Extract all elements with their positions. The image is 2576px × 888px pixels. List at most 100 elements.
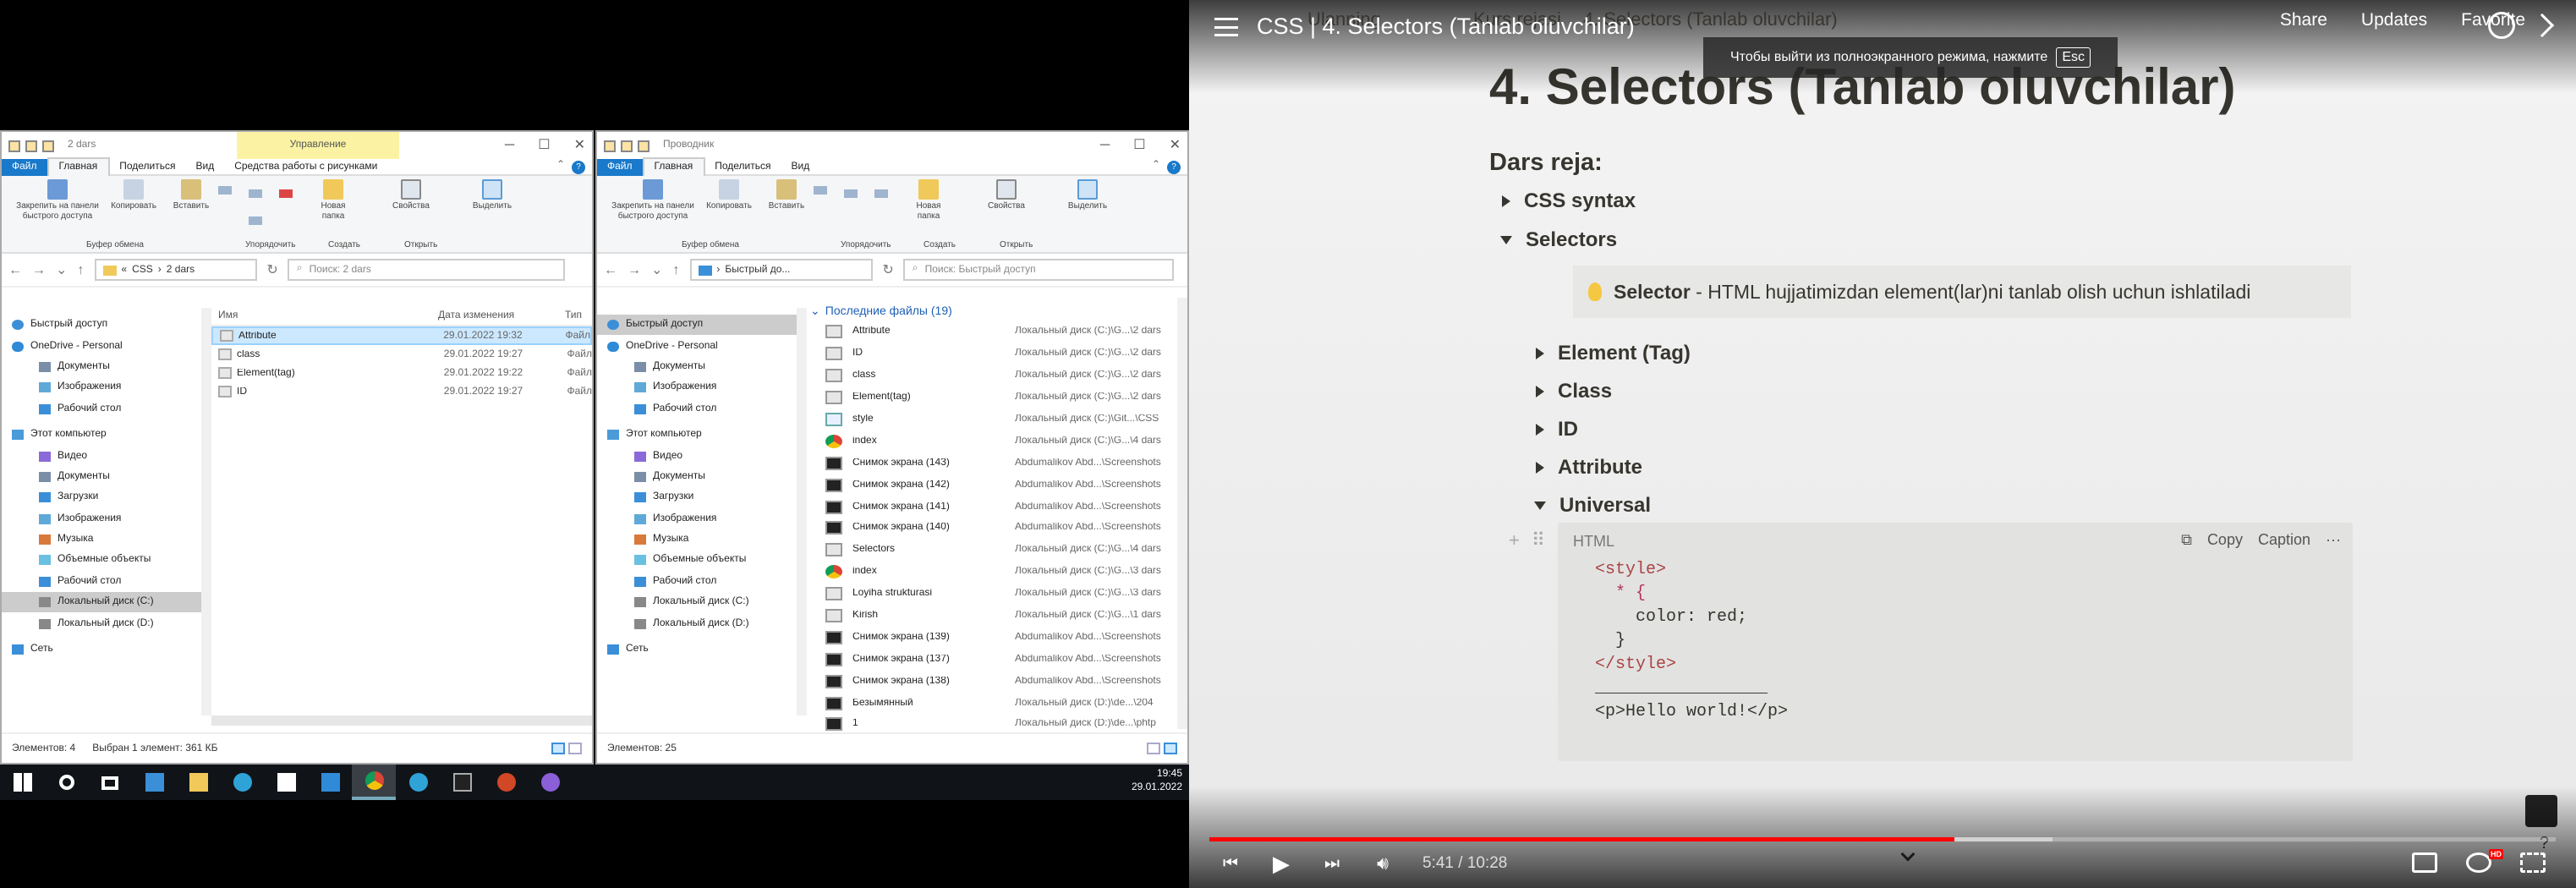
nav-item[interactable]: Изображения [2, 508, 201, 529]
move-to-icon[interactable] [844, 189, 858, 198]
nav-item[interactable]: Объемные объекты [2, 551, 201, 572]
settings-icon[interactable] [2466, 852, 2491, 873]
recent-file-row[interactable]: ID Локальный диск (C:)\G...\2 dars [805, 343, 1177, 365]
nav-item[interactable]: Быстрый доступ [2, 315, 201, 336]
tab-file[interactable]: Файл [2, 158, 47, 175]
file-row[interactable]: Element(tag) 29.01.2022 19:22 Файл [211, 364, 592, 382]
paste-button[interactable]: Вставить [763, 179, 810, 211]
title-bar[interactable]: 2 dars Управление ─ ☐ ✕ [2, 132, 592, 159]
help-icon[interactable]: ? [572, 161, 585, 174]
move-to-icon[interactable] [249, 189, 262, 198]
tab-share[interactable]: Поделиться [109, 158, 185, 175]
copy-button[interactable]: Копировать [705, 179, 753, 211]
file-row[interactable]: class 29.01.2022 19:27 Файл [211, 345, 592, 364]
exit-fullscreen-icon[interactable] [2520, 852, 2546, 873]
help-icon[interactable]: ? [1167, 161, 1181, 174]
tab-view[interactable]: Вид [186, 158, 225, 175]
tab-home[interactable]: Главная [642, 157, 705, 176]
maximize-icon[interactable]: ☐ [538, 132, 550, 159]
column-name[interactable]: Имя [211, 311, 438, 321]
minimize-icon[interactable]: ─ [1100, 132, 1110, 159]
terminal-button[interactable] [440, 765, 484, 800]
nav-item[interactable]: Локальный диск (D:) [2, 613, 201, 634]
menu-icon[interactable] [1214, 17, 1238, 36]
recent-file-row[interactable]: Снимок экрана (141) Abdumalikov Abd...\Sc… [805, 496, 1177, 518]
recent-file-row[interactable]: Снимок экрана (139) Abdumalikov Abd...\Sc… [805, 627, 1177, 649]
progress-bar[interactable] [1209, 837, 2556, 841]
refresh-icon[interactable]: ↻ [266, 262, 277, 277]
recent-file-row[interactable]: Снимок экрана (138) Abdumalikov Abd...\Sc… [805, 671, 1177, 693]
recent-file-row[interactable]: Снимок экрана (143) Abdumalikov Abd...\Sc… [805, 452, 1177, 474]
forward-icon[interactable]: → [628, 262, 641, 277]
column-type[interactable]: Тип [565, 311, 582, 321]
column-date[interactable]: Дата изменения [438, 311, 565, 321]
nav-item[interactable]: Документы [2, 466, 201, 487]
nav-item[interactable]: Локальный диск (C:) [597, 592, 797, 613]
video-player[interactable]: 4. Selectors (Tanlab oluvchilar) Dars re… [1189, 0, 2576, 888]
new-folder-button[interactable]: Новая папка [905, 179, 952, 222]
file-row[interactable]: Attribute 29.01.2022 19:32 Файл [211, 326, 592, 345]
nav-item[interactable]: OneDrive - Personal [2, 336, 201, 357]
search-button[interactable] [44, 765, 88, 800]
list-scrollbar[interactable] [1177, 298, 1187, 729]
tiles-view-icon[interactable] [568, 743, 582, 754]
clock[interactable]: 19:45 29.01.2022 [1132, 768, 1182, 795]
nav-item[interactable]: Загрузки [597, 487, 797, 508]
recent-file-row[interactable]: Attribute Локальный диск (C:)\G...\2 dars [805, 321, 1177, 343]
details-view-icon[interactable] [1147, 743, 1160, 754]
mail-button[interactable] [132, 765, 176, 800]
copy-to-icon[interactable] [249, 217, 262, 225]
video-title[interactable]: CSS | 4. Selectors (Tanlab oluvchilar) [1257, 14, 1635, 40]
start-button[interactable] [0, 765, 44, 800]
address-bar[interactable]: « CSS › 2 dars [94, 259, 257, 281]
task-view-button[interactable] [88, 765, 132, 800]
paste-button[interactable]: Вставить [167, 179, 215, 211]
select-button[interactable]: Выделить [469, 179, 516, 211]
properties-icon[interactable] [621, 140, 633, 151]
nav-item[interactable]: Рабочий стол [597, 571, 797, 592]
nav-item[interactable]: Видео [2, 446, 201, 467]
nav-item[interactable]: Загрузки [2, 487, 201, 508]
nav-item[interactable]: Музыка [597, 529, 797, 551]
recent-file-row[interactable]: index Локальный диск (C:)\G...\4 dars [805, 430, 1177, 452]
chevron-down-icon[interactable]: ⌄ [56, 262, 67, 277]
nav-item[interactable]: Этот компьютер [597, 425, 797, 446]
recent-file-row[interactable]: class Локальный диск (C:)\G...\2 dars [805, 365, 1177, 387]
github-button[interactable] [528, 765, 572, 800]
nav-item[interactable]: Рабочий стол [597, 398, 797, 419]
nav-item[interactable]: Документы [2, 357, 201, 378]
delete-icon[interactable] [874, 189, 888, 198]
tab-picture-tools[interactable]: Средства работы с рисунками [224, 158, 387, 175]
horizontal-scrollbar[interactable] [211, 715, 592, 726]
delete-icon[interactable] [279, 189, 293, 198]
new-folder-button[interactable]: Новая папка [310, 179, 357, 222]
recent-file-row[interactable]: style Локальный диск (C:)\Git...\CSS [805, 408, 1177, 430]
chevron-up-icon[interactable]: ⌃ [1152, 159, 1160, 171]
maximize-icon[interactable]: ☐ [1133, 132, 1145, 159]
subtitles-icon[interactable] [2412, 852, 2437, 873]
chevron-down-icon[interactable]: ⌄ [651, 262, 662, 277]
properties-icon[interactable] [25, 140, 37, 151]
recent-file-row[interactable]: Selectors Локальный диск (C:)\G...\4 dars [805, 540, 1177, 562]
details-view-icon[interactable] [551, 743, 565, 754]
up-icon[interactable]: ↑ [672, 262, 679, 277]
pin-quick-access-button[interactable]: Закрепить на панели быстрого доступа [8, 179, 107, 222]
copy-button[interactable]: Копировать [110, 179, 157, 211]
nav-item[interactable]: Сеть [597, 639, 797, 661]
vscode-button[interactable] [308, 765, 352, 800]
cut-icon[interactable] [218, 186, 232, 195]
nav-item[interactable]: Этот компьютер [2, 425, 201, 446]
volume-button[interactable]: 🔊︎ [1372, 852, 1394, 874]
tab-home[interactable]: Главная [47, 157, 110, 176]
tiles-view-icon[interactable] [1164, 743, 1177, 754]
nav-item[interactable]: Локальный диск (C:) [2, 592, 201, 613]
new-folder-icon[interactable] [42, 140, 54, 151]
recent-files-header[interactable]: ⌄ Последние файлы (19) [805, 301, 1177, 321]
nav-item[interactable]: Изображения [597, 377, 797, 398]
recent-file-row[interactable]: Снимок экрана (137) Abdumalikov Abd...\Sc… [805, 649, 1177, 671]
tab-view[interactable]: Вид [781, 158, 820, 175]
nav-item[interactable]: Сеть [2, 639, 201, 661]
manage-tab[interactable]: Управление [237, 132, 399, 159]
nav-item[interactable]: Рабочий стол [2, 398, 201, 419]
telegram-button[interactable] [396, 765, 440, 800]
